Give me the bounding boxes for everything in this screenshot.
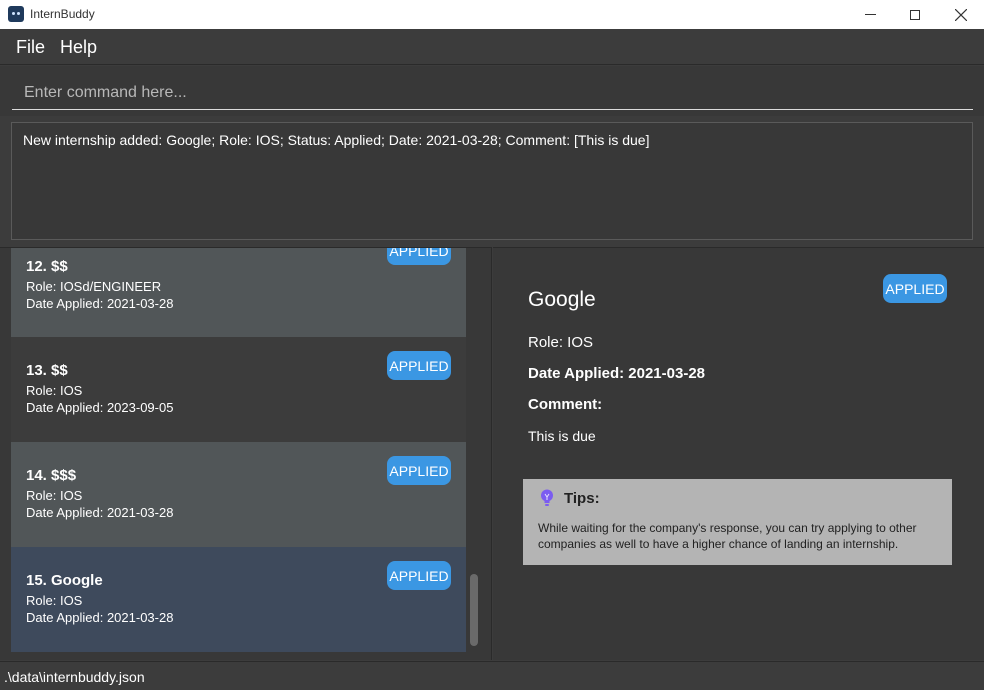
status-badge: APPLIED — [387, 351, 451, 380]
title-bar: InternBuddy — [0, 0, 984, 29]
internship-list[interactable]: 12. $$ Role: IOSd/ENGINEER Date Applied:… — [0, 247, 492, 660]
minimize-icon — [864, 14, 876, 15]
list-scrollbar[interactable] — [470, 574, 478, 646]
command-input[interactable] — [12, 76, 973, 110]
menu-help[interactable]: Help — [60, 37, 97, 58]
internship-card[interactable]: 12. $$ Role: IOSd/ENGINEER Date Applied:… — [11, 248, 466, 338]
detail-date: Date Applied: 2021-03-28 — [528, 365, 706, 382]
detail-role: Role: IOS — [528, 334, 594, 351]
tips-title: Tips: — [564, 490, 600, 507]
card-role: Role: IOS — [26, 488, 83, 503]
status-badge: APPLIED — [387, 456, 451, 485]
command-area — [0, 66, 984, 116]
result-text: New internship added: Google; Role: IOS;… — [23, 132, 650, 148]
internship-detail-panel: APPLIED Google Role: IOS Date Applied: 2… — [493, 247, 984, 660]
internship-card[interactable]: 15. Google Role: IOS Date Applied: 2021-… — [11, 547, 466, 652]
card-title: 13. $$ — [26, 362, 68, 379]
status-bar: .\data\internbuddy.json — [0, 661, 984, 690]
minimize-button[interactable] — [847, 0, 893, 29]
tips-box: Tips: While waiting for the company's re… — [523, 479, 952, 565]
close-button[interactable] — [938, 0, 984, 29]
card-title: 15. Google — [26, 572, 103, 589]
detail-status-badge: APPLIED — [883, 274, 947, 303]
menu-file[interactable]: File — [16, 37, 45, 58]
data-file-path: .\data\internbuddy.json — [4, 669, 145, 685]
detail-company: Google — [528, 288, 596, 311]
card-date: Date Applied: 2021-03-28 — [26, 296, 174, 311]
robot-app-icon — [8, 6, 24, 22]
maximize-button[interactable] — [892, 0, 938, 29]
internship-card[interactable]: 14. $$$ Role: IOS Date Applied: 2021-03-… — [11, 442, 466, 547]
card-role: Role: IOS — [26, 593, 83, 608]
close-icon — [955, 8, 967, 21]
internship-card[interactable]: 13. $$ Role: IOS Date Applied: 2023-09-0… — [11, 337, 466, 442]
card-role: Role: IOSd/ENGINEER — [26, 279, 162, 294]
window-title: InternBuddy — [30, 7, 95, 21]
card-title: 12. $$ — [26, 258, 68, 275]
card-title: 14. $$$ — [26, 467, 77, 484]
status-badge: APPLIED — [387, 561, 451, 590]
menu-bar: File Help — [0, 29, 984, 65]
result-display: New internship added: Google; Role: IOS;… — [11, 122, 973, 240]
tips-text: While waiting for the company's response… — [538, 521, 917, 551]
card-date: Date Applied: 2023-09-05 — [26, 400, 174, 415]
detail-comment: This is due — [528, 428, 596, 444]
detail-comment-label: Comment: — [528, 396, 603, 413]
card-date: Date Applied: 2021-03-28 — [26, 505, 174, 520]
lightbulb-icon — [541, 489, 553, 506]
card-role: Role: IOS — [26, 383, 83, 398]
card-date: Date Applied: 2021-03-28 — [26, 610, 174, 625]
maximize-icon — [910, 9, 920, 20]
status-badge: APPLIED — [387, 248, 451, 265]
